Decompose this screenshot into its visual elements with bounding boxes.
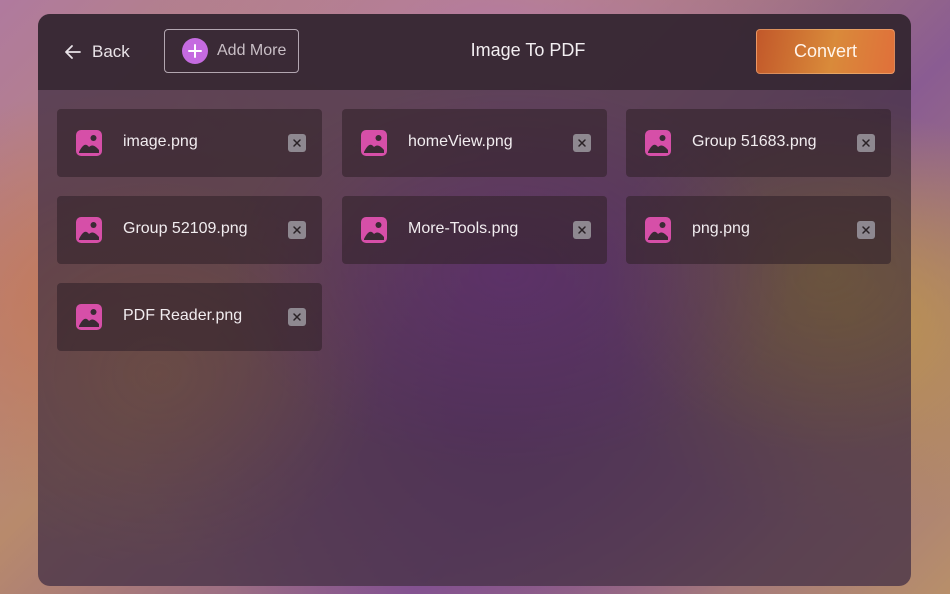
back-button[interactable]: Back: [64, 38, 130, 66]
close-icon: [862, 226, 870, 234]
remove-file-button[interactable]: [288, 134, 306, 152]
close-icon: [293, 313, 301, 321]
close-icon: [578, 139, 586, 147]
close-icon: [578, 226, 586, 234]
file-card: Group 52109.png: [57, 196, 322, 264]
close-icon: [293, 139, 301, 147]
file-name: png.png: [692, 220, 750, 237]
file-card: png.png: [626, 196, 891, 264]
remove-file-button[interactable]: [288, 308, 306, 326]
remove-file-button[interactable]: [857, 221, 875, 239]
plus-circle-icon: [182, 38, 208, 64]
add-more-button[interactable]: Add More: [164, 29, 299, 73]
file-card: image.png: [57, 109, 322, 177]
back-label: Back: [92, 42, 130, 61]
remove-file-button[interactable]: [857, 134, 875, 152]
close-icon: [862, 139, 870, 147]
file-name: homeView.png: [408, 133, 513, 150]
image-file-icon: [76, 130, 102, 156]
add-more-label: Add More: [217, 42, 287, 59]
file-name: Group 51683.png: [692, 133, 817, 150]
file-name: More-Tools.png: [408, 220, 519, 237]
remove-file-button[interactable]: [573, 134, 591, 152]
top-bar: Back Add More Image To PDF Convert: [38, 14, 911, 90]
image-file-icon: [645, 130, 671, 156]
image-file-icon: [361, 130, 387, 156]
page-title: Image To PDF: [470, 40, 586, 60]
remove-file-button[interactable]: [288, 221, 306, 239]
image-file-icon: [76, 217, 102, 243]
file-card: PDF Reader.png: [57, 283, 322, 351]
file-name: Group 52109.png: [123, 220, 248, 237]
file-card: Group 51683.png: [626, 109, 891, 177]
remove-file-button[interactable]: [573, 221, 591, 239]
file-name: image.png: [123, 133, 198, 150]
file-card: More-Tools.png: [342, 196, 607, 264]
app-window: Back Add More Image To PDF Convert image…: [38, 14, 911, 586]
file-name: PDF Reader.png: [123, 307, 243, 324]
image-file-icon: [361, 217, 387, 243]
convert-button[interactable]: Convert: [756, 29, 895, 74]
close-icon: [293, 226, 301, 234]
arrow-left-icon: [65, 45, 81, 59]
image-file-icon: [76, 304, 102, 330]
file-card: homeView.png: [342, 109, 607, 177]
image-file-icon: [645, 217, 671, 243]
